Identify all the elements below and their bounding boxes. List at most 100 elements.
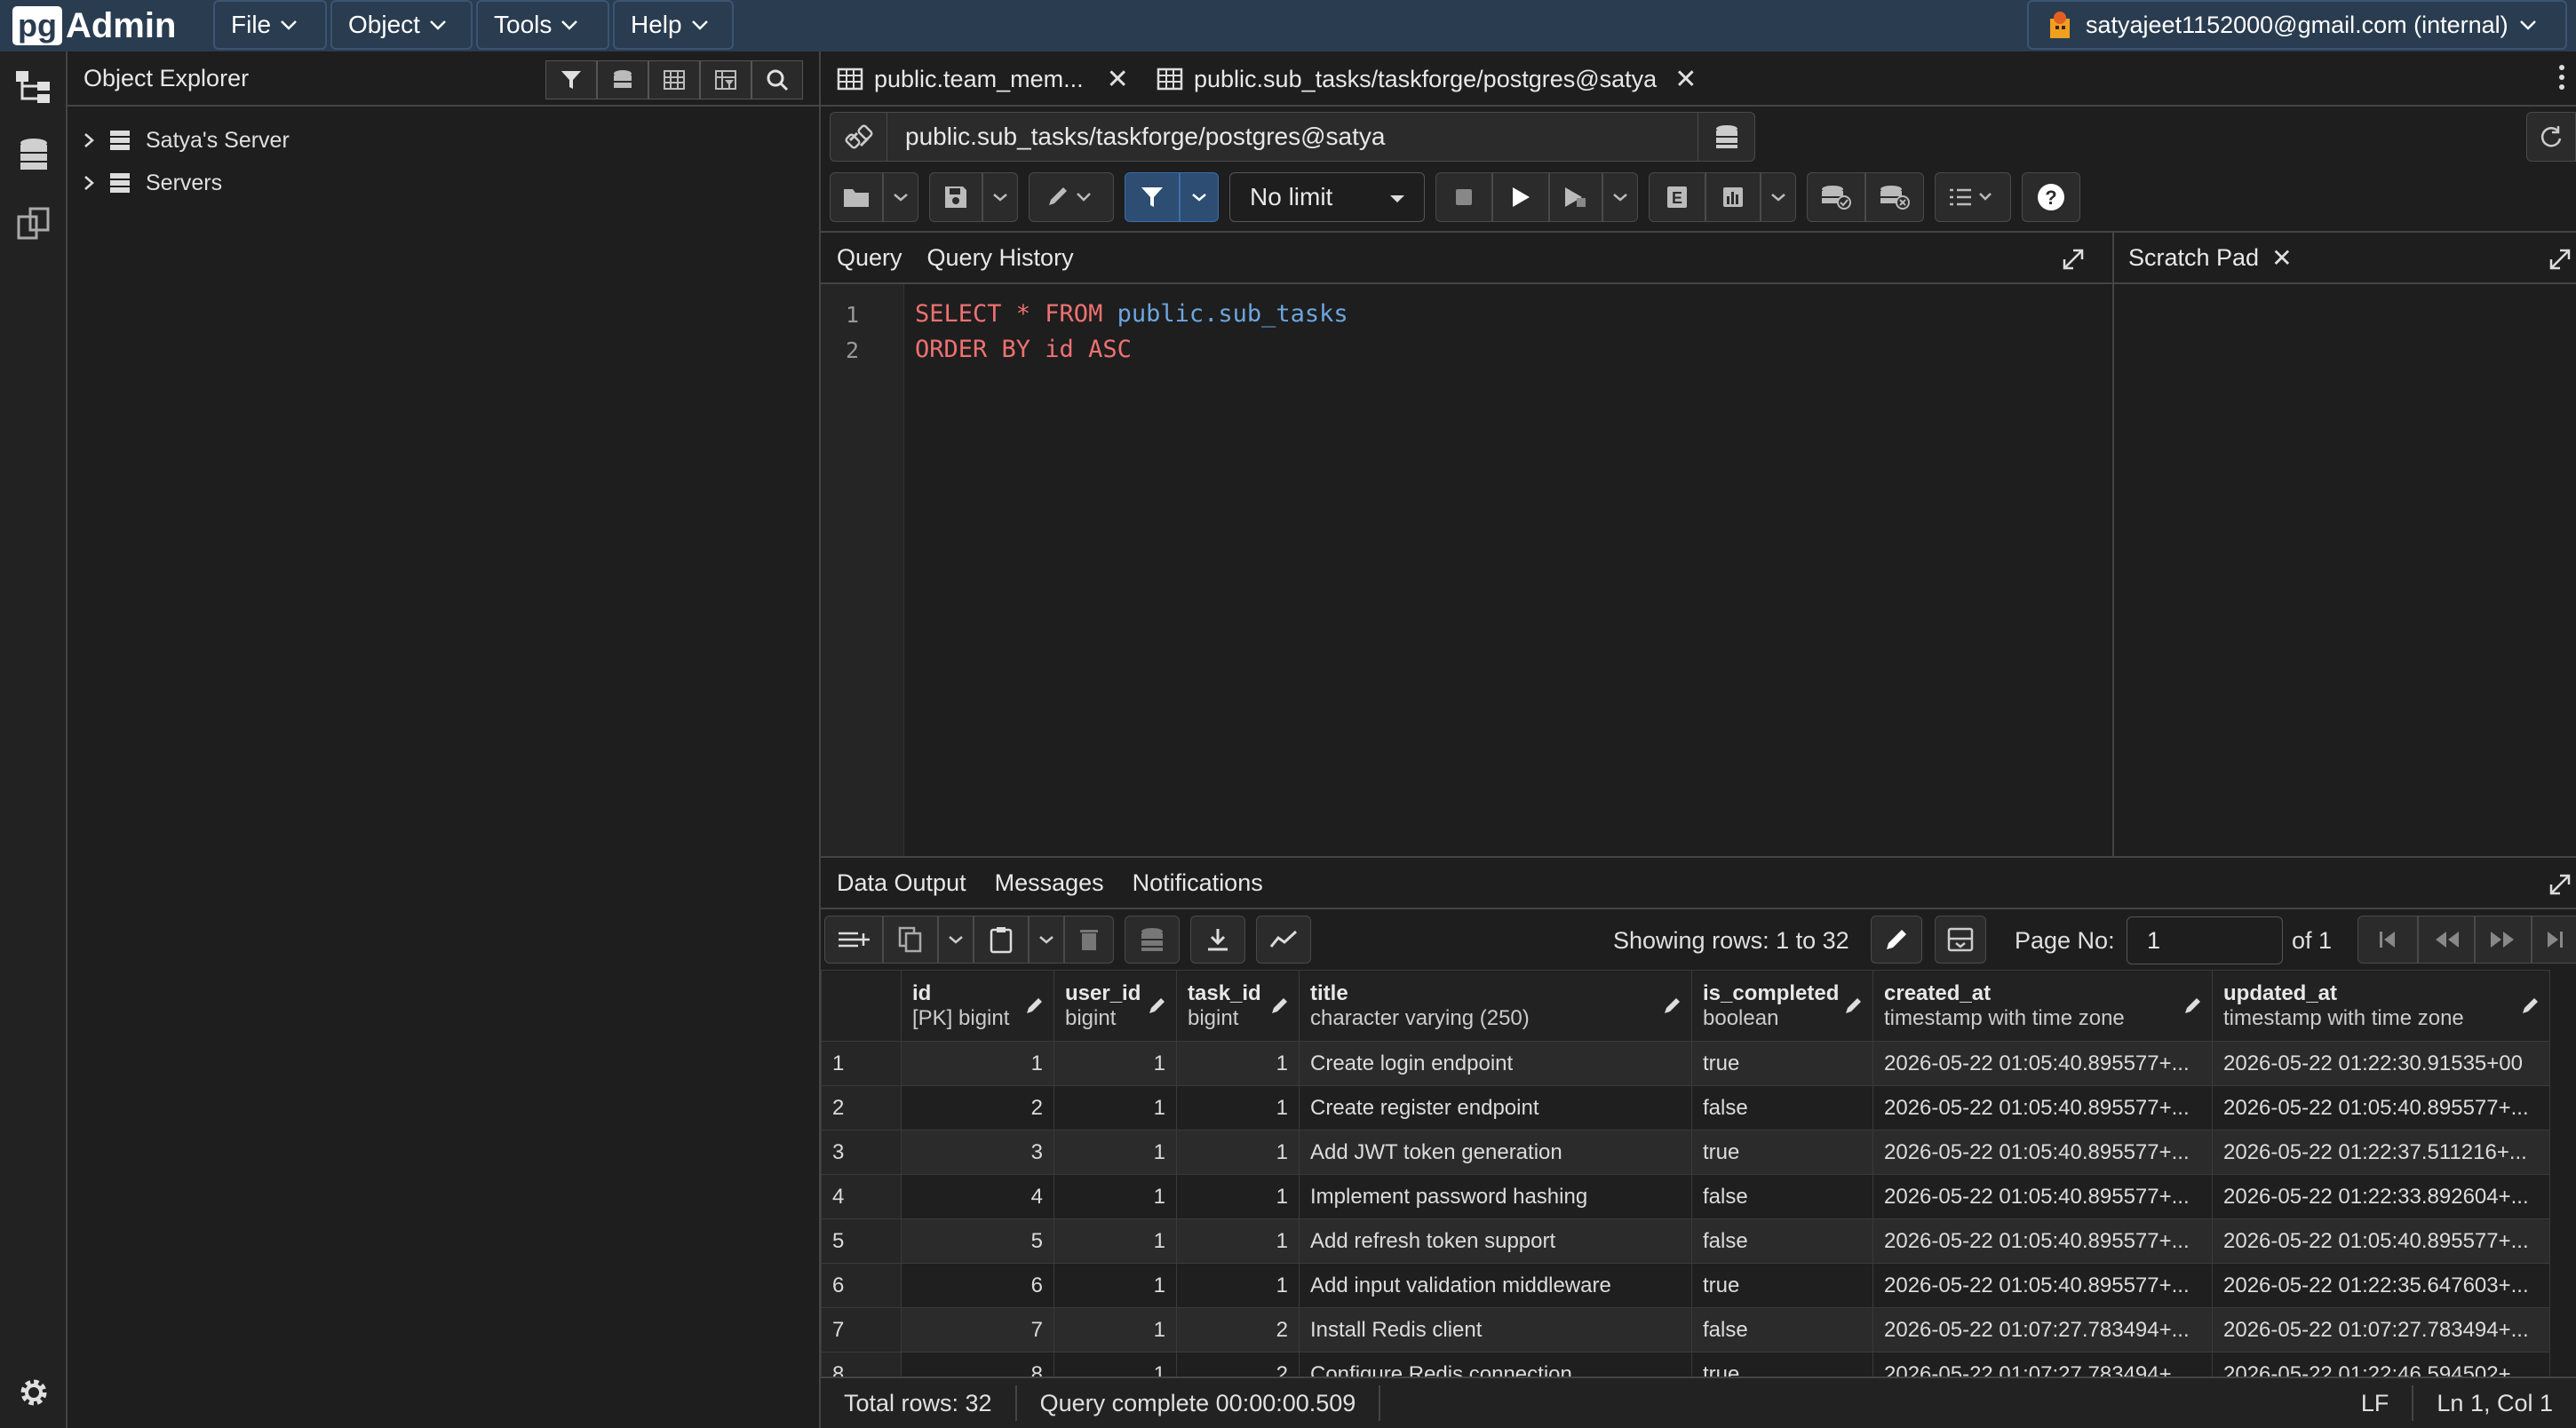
filter-rows-button[interactable]	[1125, 172, 1180, 222]
save-file-button[interactable]	[929, 172, 982, 222]
table-cell[interactable]: 2	[1176, 1307, 1300, 1353]
file-menu[interactable]: File	[213, 0, 327, 50]
rollback-button[interactable]	[1865, 172, 1924, 222]
explain-analyze-button[interactable]	[1705, 172, 1761, 222]
delete-row-button[interactable]	[1064, 916, 1114, 964]
table-cell[interactable]: 5	[901, 1218, 1054, 1264]
edit-pencil-icon[interactable]	[2521, 996, 2540, 1015]
column-header-user-id[interactable]: user_id bigint	[1053, 970, 1177, 1042]
refresh-connection-button[interactable]	[2526, 112, 2576, 162]
table-cell[interactable]: 2026-05-22 01:05:40.895577+...	[1872, 1130, 2213, 1175]
table-cell[interactable]: 1	[1053, 1174, 1177, 1219]
edit-pencil-icon[interactable]	[1148, 996, 1167, 1015]
close-icon[interactable]: ✕	[1674, 64, 1697, 95]
column-header-title[interactable]: title character varying (250)	[1299, 970, 1692, 1042]
previous-page-button[interactable]	[2418, 916, 2475, 964]
filter-dropdown[interactable]	[1180, 172, 1219, 222]
edit-pencil-icon[interactable]	[1270, 996, 1290, 1015]
tree-item-servers[interactable]: Servers	[83, 163, 222, 202]
table-cell[interactable]: 1	[1176, 1130, 1300, 1175]
edit-pencil-icon[interactable]	[1025, 996, 1045, 1015]
tab-query[interactable]: Query	[837, 244, 902, 272]
database-icon[interactable]	[12, 133, 55, 176]
table-cell[interactable]: 2026-05-22 01:22:37.511216+...	[2212, 1130, 2550, 1175]
close-icon[interactable]: ✕	[1107, 64, 1129, 95]
help-menu[interactable]: Help	[613, 0, 734, 50]
table-cell[interactable]: 2026-05-22 01:05:40.895577+...	[1872, 1174, 2213, 1219]
save-file-dropdown[interactable]	[982, 172, 1018, 222]
object-explorer-icon[interactable]	[12, 66, 55, 108]
edit-pencil-icon[interactable]	[1844, 996, 1864, 1015]
table-cell[interactable]: 1	[901, 1041, 1054, 1086]
tab-sub-tasks[interactable]: public.sub_tasks/taskforge/postgres@saty…	[1157, 59, 1697, 99]
close-icon[interactable]: ✕	[2271, 243, 2292, 273]
table-cell[interactable]: Install Redis client	[1299, 1307, 1692, 1353]
table-cell[interactable]: 2026-05-22 01:05:40.895577+...	[2212, 1218, 2550, 1264]
table-cell[interactable]: 2026-05-22 01:05:40.895577+...	[1872, 1041, 2213, 1086]
table-row[interactable]: 4 4 1 1 Implement password hashing false 2026-…	[821, 1174, 2550, 1219]
column-header-id[interactable]: id [PK] bigint	[901, 970, 1054, 1042]
table-cell[interactable]: 2026-05-22 01:22:30.91535+00	[2212, 1041, 2550, 1086]
data-grid[interactable]: id [PK] bigint user_id bigint task_id bigin…	[821, 970, 2576, 1428]
execute-button[interactable]	[1492, 172, 1549, 222]
table-cell[interactable]: 3	[901, 1130, 1054, 1175]
connection-status-icon[interactable]	[831, 113, 887, 161]
table-cell[interactable]: 1	[1176, 1085, 1300, 1130]
table-row[interactable]: 6 6 1 1 Add input validation middleware true 2…	[821, 1263, 2550, 1308]
connection-bar[interactable]: public.sub_tasks/taskforge/postgres@saty…	[830, 112, 1755, 162]
explain-button[interactable]: E	[1649, 172, 1705, 222]
table-cell[interactable]: 2026-05-22 01:05:40.895577+...	[2212, 1085, 2550, 1130]
table-cell[interactable]: 6	[901, 1263, 1054, 1308]
table-cell[interactable]: 2026-05-22 01:05:40.895577+...	[1872, 1263, 2213, 1308]
table-cell[interactable]: 1	[1053, 1085, 1177, 1130]
table-cell[interactable]: true	[1691, 1263, 1873, 1308]
column-header-updated-at[interactable]: updated_at timestamp with time zone	[2212, 970, 2550, 1042]
tab-team-members[interactable]: public.team_mem... ✕	[837, 59, 1129, 99]
help-button[interactable]: ?	[2022, 172, 2080, 222]
tab-query-history[interactable]: Query History	[927, 244, 1074, 272]
search-objects-button[interactable]	[751, 60, 803, 99]
expand-icon[interactable]	[2061, 247, 2086, 272]
table-row[interactable]: 7 7 1 2 Install Redis client false 2026-05-22 …	[821, 1307, 2550, 1353]
schema-diff-icon[interactable]	[12, 202, 55, 245]
edit-pencil-icon[interactable]	[2183, 996, 2203, 1015]
query-tool-button[interactable]	[597, 60, 648, 99]
table-cell[interactable]: 2026-05-22 01:22:33.892604+...	[2212, 1174, 2550, 1219]
table-cell[interactable]: 1	[1176, 1218, 1300, 1264]
tools-menu[interactable]: Tools	[476, 0, 609, 50]
stop-button[interactable]	[1435, 172, 1492, 222]
last-page-button[interactable]	[2532, 916, 2576, 964]
table-cell[interactable]: 1	[1176, 1174, 1300, 1219]
table-cell[interactable]: 1	[1176, 1263, 1300, 1308]
edit-pencil-icon[interactable]	[1663, 996, 1682, 1015]
tab-messages[interactable]: Messages	[995, 869, 1104, 897]
commit-button[interactable]	[1807, 172, 1865, 222]
sql-editor[interactable]: 1 2 SELECT * FROM public.sub_tasks ORDER…	[821, 284, 2112, 856]
filter-button[interactable]	[545, 60, 597, 99]
table-cell[interactable]: 2026-05-22 01:07:27.783494+...	[2212, 1307, 2550, 1353]
filtered-rows-button[interactable]	[700, 60, 751, 99]
pagination-options-button[interactable]	[1935, 916, 1986, 964]
column-header-created-at[interactable]: created_at timestamp with time zone	[1872, 970, 2213, 1042]
table-cell[interactable]: 2026-05-22 01:07:27.783494+...	[1872, 1307, 2213, 1353]
column-header-is-completed[interactable]: is_completed boolean	[1691, 970, 1873, 1042]
open-file-dropdown[interactable]	[883, 172, 918, 222]
scratch-pad[interactable]	[2112, 284, 2576, 856]
table-cell[interactable]: 4	[901, 1174, 1054, 1219]
graph-visualiser-button[interactable]	[1256, 916, 1311, 964]
open-file-button[interactable]	[830, 172, 883, 222]
download-button[interactable]	[1190, 916, 1245, 964]
table-cell[interactable]: 1	[1053, 1041, 1177, 1086]
expand-icon[interactable]	[2548, 247, 2572, 272]
table-cell[interactable]: Create login endpoint	[1299, 1041, 1692, 1086]
table-row[interactable]: 1 1 1 1 Create login endpoint true 2026-05-22 …	[821, 1041, 2550, 1086]
table-cell[interactable]: false	[1691, 1307, 1873, 1353]
copy-button[interactable]	[883, 916, 938, 964]
table-row[interactable]: 3 3 1 1 Add JWT token generation true 2026-05-…	[821, 1130, 2550, 1175]
table-cell[interactable]: true	[1691, 1130, 1873, 1175]
table-cell[interactable]: 2026-05-22 01:05:40.895577+...	[1872, 1085, 2213, 1130]
table-cell[interactable]: Implement password hashing	[1299, 1174, 1692, 1219]
edit-button[interactable]	[1029, 172, 1114, 222]
expand-icon[interactable]	[2548, 872, 2572, 897]
table-cell[interactable]: false	[1691, 1218, 1873, 1264]
